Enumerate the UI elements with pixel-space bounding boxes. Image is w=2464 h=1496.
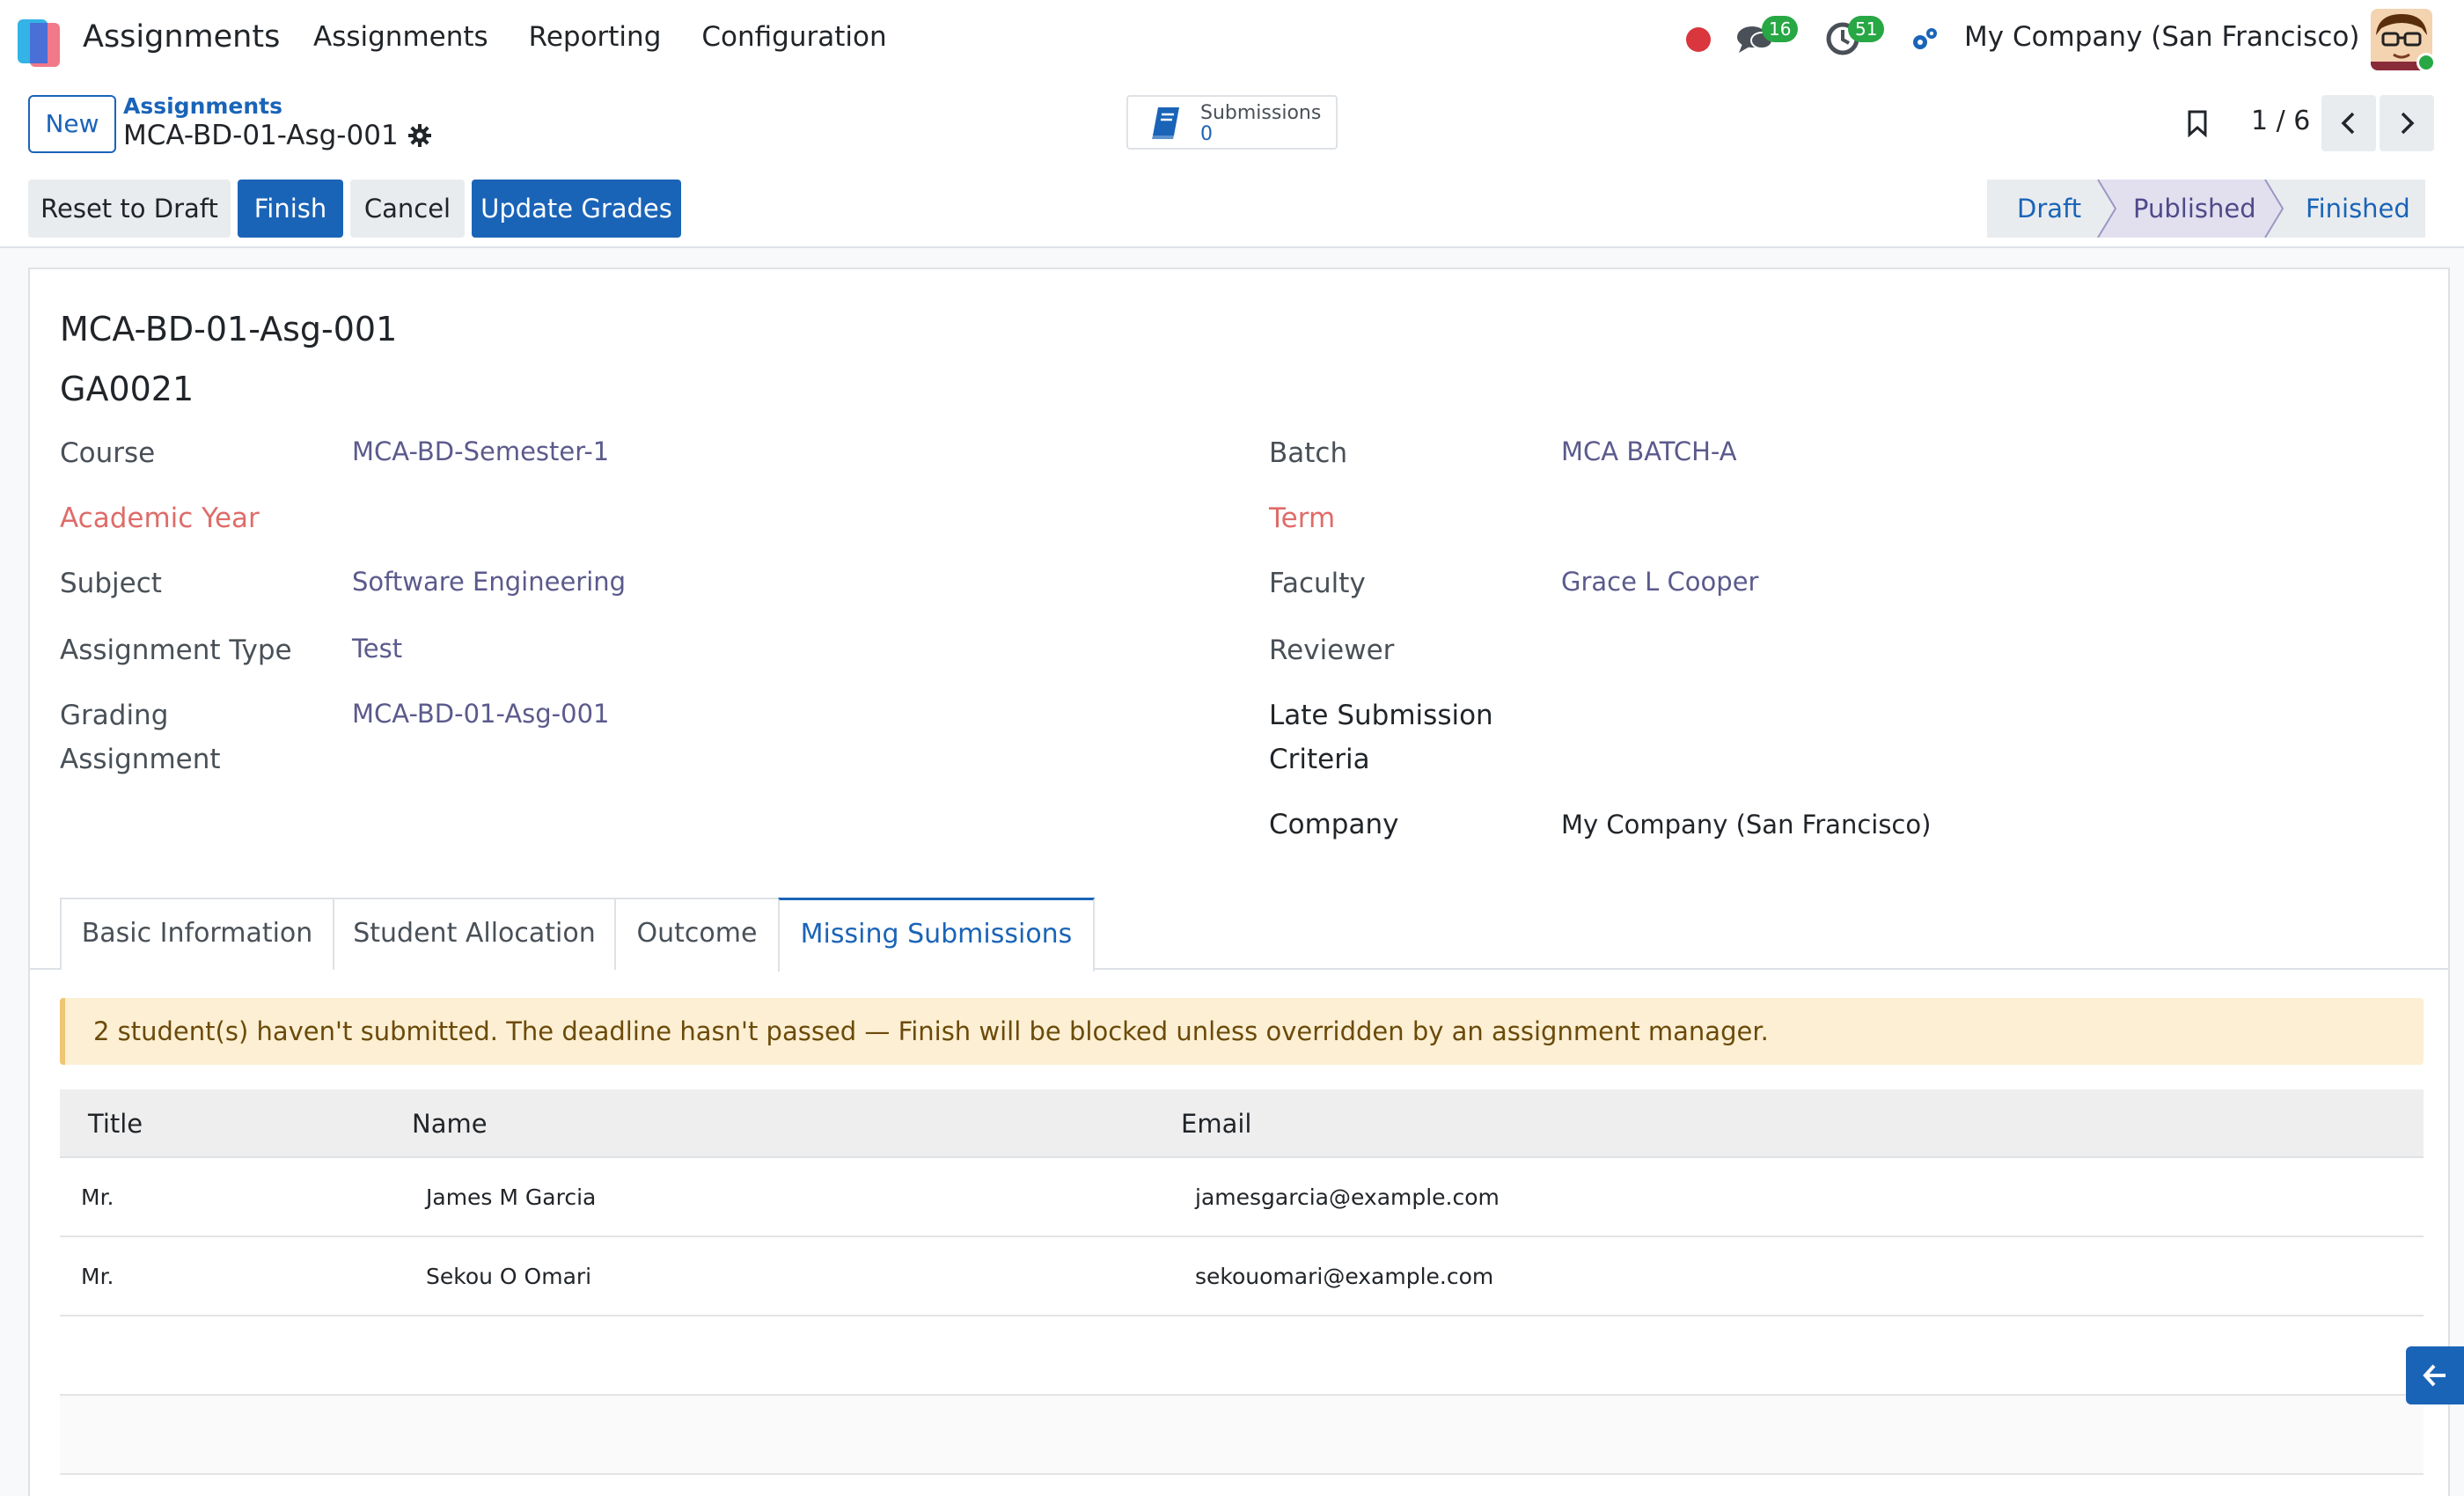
smart-button-label: Submissions [1200, 102, 1322, 124]
term-label: Term [1269, 502, 1336, 534]
chevron-right-icon [2401, 112, 2415, 135]
notebook-tabs: Basic Information Student Allocation Out… [60, 898, 1095, 972]
book-icon [1152, 107, 1179, 139]
column-email[interactable]: Email [1181, 1089, 1251, 1158]
main-menu: Assignments Reporting Configuration [313, 21, 887, 53]
breadcrumb-current: MCA-BD-01-Asg-001 [123, 120, 432, 151]
stage-separator-icon [2258, 180, 2284, 238]
faculty-field[interactable]: Grace L Cooper [1561, 567, 1758, 597]
cancel-button[interactable]: Cancel [350, 180, 465, 238]
company-field[interactable]: My Company (San Francisco) [1561, 810, 1931, 840]
row-email: jamesgarcia@example.com [1195, 1184, 1500, 1210]
tab-outcome[interactable]: Outcome [614, 898, 780, 970]
recording-indicator-icon[interactable] [1686, 27, 1711, 52]
column-name[interactable]: Name [412, 1089, 488, 1158]
stage-published[interactable]: Published [2091, 180, 2263, 238]
arrow-left-icon [2423, 1364, 2446, 1387]
subject-label: Subject [60, 568, 162, 599]
faculty-label: Faculty [1269, 568, 1366, 599]
form-sheet: MCA-BD-01-Asg-001 GA0021 Course MCA-BD-S… [28, 268, 2450, 1496]
activities-badge: 51 [1848, 16, 1885, 42]
reviewer-field[interactable] [1561, 634, 2001, 669]
grading-label-line-2: Assignment [60, 744, 221, 775]
finish-button[interactable]: Finish [238, 180, 343, 238]
company-switch-gears-icon[interactable] [1910, 25, 1940, 55]
breadcrumb-parent[interactable]: Assignments [123, 93, 282, 119]
late-label-line-2: Criteria [1269, 744, 1370, 775]
company-switcher[interactable]: My Company (San Francisco) [1964, 21, 2359, 53]
chevron-left-icon [2341, 112, 2355, 135]
subject-field[interactable]: Software Engineering [352, 567, 626, 597]
app-name[interactable]: Assignments [83, 19, 280, 55]
academic-year-field[interactable] [352, 502, 792, 537]
smart-button-value: 0 [1200, 123, 1213, 145]
tab-missing-submissions[interactable]: Missing Submissions [778, 898, 1095, 972]
menu-item-reporting[interactable]: Reporting [529, 21, 662, 53]
late-submission-criteria-label: Late Submission Criteria [1269, 693, 1493, 781]
submissions-smart-button[interactable]: Submissions 0 [1126, 95, 1338, 150]
table-header: Title Name Email [60, 1089, 2424, 1158]
table-row[interactable]: Mr. Sekou O Omari sekouomari@example.com [60, 1237, 2424, 1316]
stage-finished[interactable]: Finished [2258, 180, 2425, 238]
gear-icon[interactable] [407, 123, 432, 148]
tab-student-allocation[interactable]: Student Allocation [333, 898, 616, 970]
tab-basic-information[interactable]: Basic Information [60, 898, 334, 970]
chatter-toggle-button[interactable] [2406, 1346, 2464, 1404]
menu-item-configuration[interactable]: Configuration [701, 21, 886, 53]
bookmark-icon[interactable] [2186, 109, 2209, 137]
late-label-line-1: Late Submission [1269, 700, 1493, 731]
record-code[interactable]: GA0021 [60, 370, 194, 408]
app-logo-icon[interactable] [18, 18, 62, 67]
batch-label: Batch [1269, 437, 1348, 469]
grading-label-line-1: Grading [60, 700, 169, 731]
missing-submissions-table: Title Name Email Mr. James M Garcia jame… [60, 1089, 2424, 1475]
assignment-type-label: Assignment Type [60, 634, 292, 666]
control-panel: New Assignments MCA-BD-01-Asg-001 Submis… [0, 81, 2464, 248]
row-title: Mr. [81, 1184, 114, 1210]
pager-next-button[interactable] [2380, 95, 2434, 151]
status-bar: Draft Published Finished [1987, 180, 2425, 238]
record-name[interactable]: MCA-BD-01-Asg-001 [60, 310, 397, 348]
table-empty-row [60, 1396, 2424, 1475]
company-label: Company [1269, 809, 1399, 840]
row-name: James M Garcia [426, 1184, 597, 1210]
column-title[interactable]: Title [88, 1089, 143, 1158]
course-label: Course [60, 437, 156, 469]
course-field[interactable]: MCA-BD-Semester-1 [352, 436, 609, 466]
reset-to-draft-button[interactable]: Reset to Draft [28, 180, 231, 238]
messages-badge: 16 [1762, 16, 1799, 42]
stage-finished-label: Finished [2306, 194, 2410, 224]
table-empty-row [60, 1316, 2424, 1396]
grading-assignment-field[interactable]: MCA-BD-01-Asg-001 [352, 699, 610, 729]
update-grades-button[interactable]: Update Grades [472, 180, 681, 238]
batch-field[interactable]: MCA BATCH-A [1561, 436, 1737, 466]
pager-previous-button[interactable] [2321, 95, 2376, 151]
grading-assignment-label: Grading Assignment [60, 693, 221, 781]
missing-submissions-warning: 2 student(s) haven't submitted. The dead… [60, 998, 2424, 1065]
reviewer-label: Reviewer [1269, 634, 1395, 666]
academic-year-label: Academic Year [60, 502, 260, 534]
pager-value[interactable]: 1 / 6 [2251, 106, 2310, 136]
stage-separator-icon [2091, 180, 2117, 238]
row-title: Mr. [81, 1264, 114, 1289]
online-status-icon [2416, 53, 2436, 72]
row-name: Sekou O Omari [426, 1264, 592, 1289]
new-button[interactable]: New [28, 95, 116, 153]
table-row[interactable]: Mr. James M Garcia jamesgarcia@example.c… [60, 1158, 2424, 1237]
stage-published-label: Published [2133, 194, 2256, 224]
term-field[interactable] [1561, 502, 2001, 537]
breadcrumb-current-label: MCA-BD-01-Asg-001 [123, 120, 399, 151]
menu-item-assignments[interactable]: Assignments [313, 21, 488, 53]
stage-draft[interactable]: Draft [1987, 180, 2096, 238]
assignment-type-field[interactable]: Test [352, 634, 402, 664]
row-email: sekouomari@example.com [1195, 1264, 1494, 1289]
top-navbar: Assignments Assignments Reporting Config… [0, 0, 2464, 81]
